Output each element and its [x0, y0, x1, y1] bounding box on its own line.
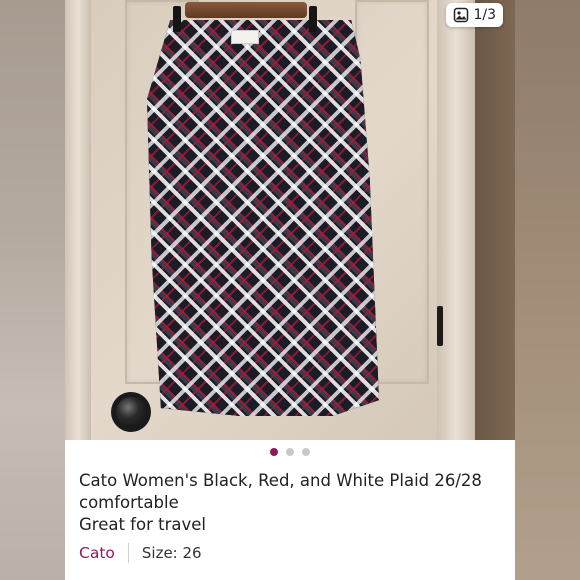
- hanger-clip-left: [173, 6, 181, 32]
- meta-divider: [127, 543, 129, 563]
- blurred-background-left: [0, 0, 65, 580]
- listing-card: 1/3 Cato Women's Black, Red, and White P…: [65, 0, 515, 580]
- image-counter-text: 1/3: [473, 7, 496, 23]
- listing-title[interactable]: Cato Women's Black, Red, and White Plaid…: [79, 470, 509, 536]
- wall-shadow: [475, 0, 515, 440]
- plaid-skirt: [147, 20, 379, 416]
- listing-meta: Cato Size: 26: [79, 543, 202, 563]
- image-icon: [453, 7, 469, 23]
- title-line-2: comfortable: [79, 493, 179, 512]
- product-photo[interactable]: 1/3: [65, 0, 515, 440]
- door-frame-right: [437, 0, 475, 440]
- size-label: Size: 26: [141, 544, 202, 562]
- carousel-dots: [65, 448, 515, 456]
- hanger: [185, 2, 307, 18]
- garment-tag: [231, 30, 259, 44]
- hanger-clip-right: [309, 6, 317, 32]
- door-frame-left: [65, 0, 91, 440]
- carousel-dot-3[interactable]: [302, 448, 310, 456]
- door-hinge: [437, 306, 443, 346]
- blurred-background-right: [515, 0, 580, 580]
- brand-link[interactable]: Cato: [79, 544, 115, 562]
- carousel-dot-1[interactable]: [270, 448, 278, 456]
- title-line-1: Cato Women's Black, Red, and White Plaid…: [79, 471, 482, 490]
- title-line-3: Great for travel: [79, 515, 206, 534]
- image-counter-badge: 1/3: [446, 3, 503, 27]
- carousel-dot-2[interactable]: [286, 448, 294, 456]
- door-knob: [116, 397, 146, 427]
